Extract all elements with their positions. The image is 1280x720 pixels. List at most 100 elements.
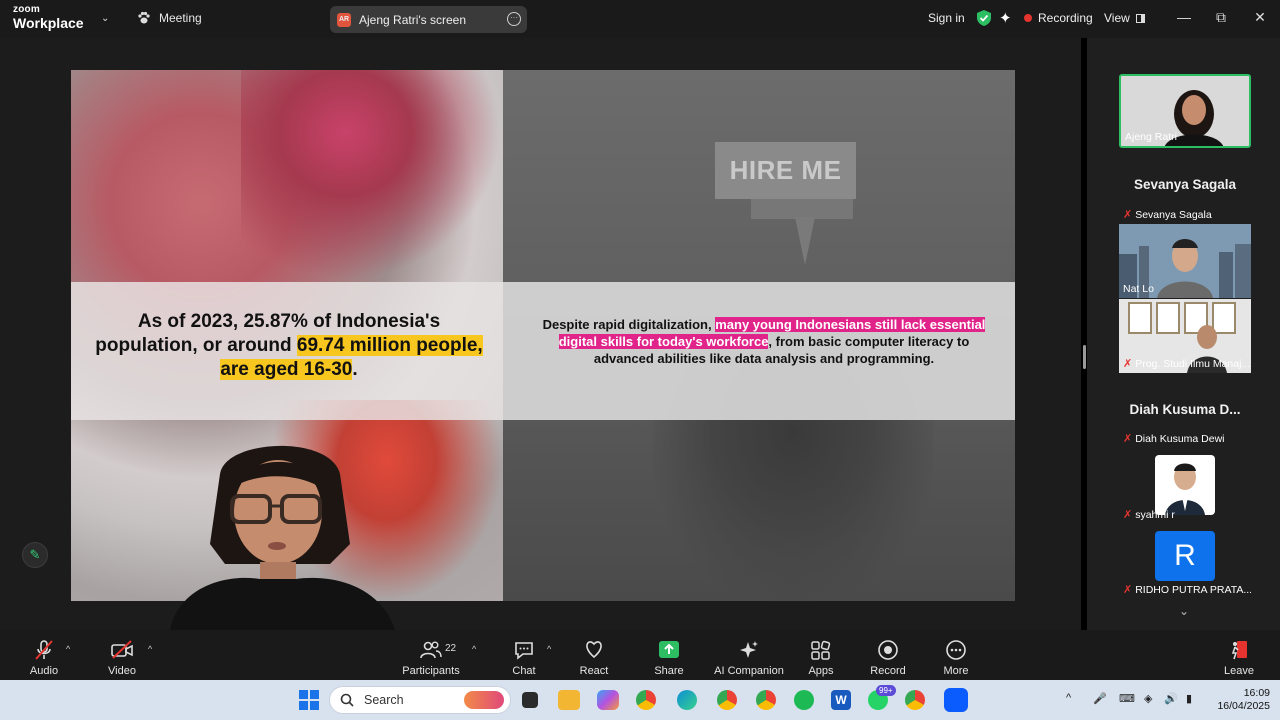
record-button[interactable]: Record	[869, 639, 907, 677]
participant-tile[interactable]: R ✗ RIDHO PUTRA PRATA...	[1119, 525, 1251, 599]
windows-start-icon[interactable]	[299, 690, 319, 710]
minimize-icon[interactable]: —	[1174, 9, 1194, 25]
mic-muted-icon: ✗	[1123, 509, 1133, 521]
apps-button[interactable]: Apps	[806, 639, 836, 677]
zoom-logo[interactable]: zoom Workplace	[13, 4, 84, 31]
chrome-profile-icon[interactable]	[717, 690, 737, 710]
restore-icon[interactable]: ⧉	[1211, 9, 1231, 26]
brand-small: zoom	[13, 4, 40, 15]
chevron-down-icon[interactable]: ⌄	[101, 13, 109, 24]
more-label: More	[943, 665, 969, 677]
zoom-taskbar-icon[interactable]	[944, 688, 968, 712]
paw-icon	[138, 11, 150, 24]
spotify-icon[interactable]	[794, 690, 814, 710]
view-menu[interactable]: View	[1104, 11, 1145, 25]
participants-gallery: Ajeng Ratri Sevanya Sagala ✗ Sevanya Saga…	[1087, 38, 1280, 630]
volume-icon[interactable]: 🔊	[1164, 692, 1178, 705]
participant-tile[interactable]: Sevanya Sagala ✗ Sevanya Sagala	[1119, 150, 1251, 224]
participant-tile[interactable]: ✗ Prog. Studi Ilmu Manaj...	[1119, 299, 1251, 373]
ai-companion-button[interactable]: AI Companion	[713, 639, 785, 677]
more-options-icon[interactable]: ···	[507, 12, 521, 26]
chrome-icon[interactable]	[636, 690, 656, 710]
audio-button[interactable]: Audio	[26, 639, 62, 677]
word-icon[interactable]: W	[831, 690, 851, 710]
participant-name: ✗ Sevanya Sagala	[1123, 208, 1212, 222]
chevron-down-icon[interactable]: ⌄	[1179, 604, 1189, 618]
record-icon	[869, 639, 907, 661]
apps-label: Apps	[808, 665, 834, 677]
taskbar-search[interactable]: Search	[329, 686, 511, 714]
battery-icon[interactable]: ▮	[1186, 692, 1192, 705]
microphone-icon[interactable]: 🎤	[1093, 692, 1107, 705]
participant-name: Ajeng Ratri	[1125, 131, 1177, 143]
shared-screen-area: HIRE ME As of 2023, 25.87% of Indonesia'…	[0, 38, 1081, 630]
panel-resize-handle[interactable]	[1083, 345, 1086, 369]
mic-off-icon	[26, 639, 62, 661]
chevron-up-icon[interactable]: ^	[547, 644, 551, 654]
chrome-profile-icon[interactable]	[756, 690, 776, 710]
heart-icon	[576, 639, 612, 661]
audio-label: Audio	[29, 665, 59, 677]
file-explorer-icon[interactable]	[558, 690, 580, 710]
video-button[interactable]: Video	[104, 639, 140, 677]
participants-count: 22	[445, 643, 457, 654]
participant-display-name: Sevanya Sagala	[1133, 177, 1237, 192]
mic-muted-icon: ✗	[1123, 433, 1133, 445]
participant-tile[interactable]: ✗ syahmi r	[1119, 450, 1251, 524]
more-icon	[940, 639, 972, 661]
system-clock[interactable]: 16:09 16/04/2025	[1210, 687, 1270, 713]
participant-name: ✗ Prog. Studi Ilmu Manaj...	[1123, 357, 1251, 371]
chat-label: Chat	[512, 665, 536, 677]
edge-icon[interactable]	[677, 690, 697, 710]
more-button[interactable]: More	[940, 639, 972, 677]
chevron-up-icon[interactable]: ^	[472, 644, 476, 654]
copilot-icon[interactable]	[597, 690, 619, 710]
participant-tile[interactable]: Nat Lo	[1119, 224, 1251, 298]
shield-icon[interactable]	[977, 10, 991, 26]
meeting-menu[interactable]: Meeting	[137, 11, 202, 25]
notification-badge: 99+	[876, 685, 896, 696]
chat-button[interactable]: Chat	[507, 639, 541, 677]
video-label: Video	[108, 665, 136, 677]
share-button[interactable]: Share	[650, 639, 688, 677]
record-dot-icon	[1024, 14, 1032, 22]
chevron-up-icon[interactable]: ^	[66, 644, 70, 654]
annotate-pencil-button[interactable]: ✎	[22, 542, 48, 568]
statistic-text: As of 2023, 25.87% of Indonesia's popula…	[93, 310, 485, 382]
participants-label: Participants	[402, 665, 460, 677]
sparkle-icon[interactable]: ✦	[999, 9, 1012, 27]
participant-tile-active[interactable]: Ajeng Ratri	[1119, 74, 1251, 148]
chevron-up-icon[interactable]: ^	[1066, 692, 1071, 704]
keyboard-icon[interactable]: ⌨	[1119, 692, 1135, 705]
recording-indicator[interactable]: Recording	[1024, 11, 1093, 25]
meeting-label: Meeting	[159, 11, 202, 25]
task-view-icon[interactable]	[522, 692, 538, 708]
stat-end: .	[352, 359, 358, 380]
participant-name: ✗ Diah Kusuma Dewi	[1123, 432, 1225, 446]
share-screen-icon	[650, 639, 688, 661]
ai-companion-label: AI Companion	[714, 665, 784, 677]
mic-muted-icon: ✗	[1123, 358, 1133, 370]
participant-tile[interactable]: Diah Kusuma D... ✗ Diah Kusuma Dewi	[1119, 374, 1251, 448]
screen-share-indicator[interactable]: AR Ajeng Ratri's screen ···	[330, 6, 527, 33]
chevron-up-icon[interactable]: ^	[148, 644, 152, 654]
screen-owner-label: Ajeng Ratri's screen	[359, 12, 467, 27]
react-button[interactable]: React	[576, 639, 612, 677]
close-icon[interactable]: ✕	[1250, 9, 1270, 26]
meeting-controls: Audio ^ Video ^ Participants 22 ^ Chat ^…	[0, 630, 1280, 680]
avatar: R	[1155, 531, 1215, 581]
sign-in-link[interactable]: Sign in	[928, 11, 965, 25]
sign-ribbon	[751, 199, 853, 219]
leave-button[interactable]: Leave	[1224, 639, 1254, 677]
mic-muted-icon: ✗	[1123, 209, 1133, 221]
brand-big: Workplace	[13, 15, 84, 31]
hire-me-sign: HIRE ME	[715, 142, 856, 199]
apps-icon	[806, 639, 836, 661]
react-label: React	[579, 665, 609, 677]
wifi-icon[interactable]: ◈	[1144, 692, 1152, 705]
recording-label: Recording	[1038, 11, 1093, 25]
title-bar: zoom Workplace ⌄ Meeting AR Ajeng Ratri'…	[0, 0, 1280, 38]
view-label: View	[1104, 11, 1130, 25]
chrome-profile-icon[interactable]	[905, 690, 925, 710]
mic-muted-icon: ✗	[1123, 584, 1133, 596]
